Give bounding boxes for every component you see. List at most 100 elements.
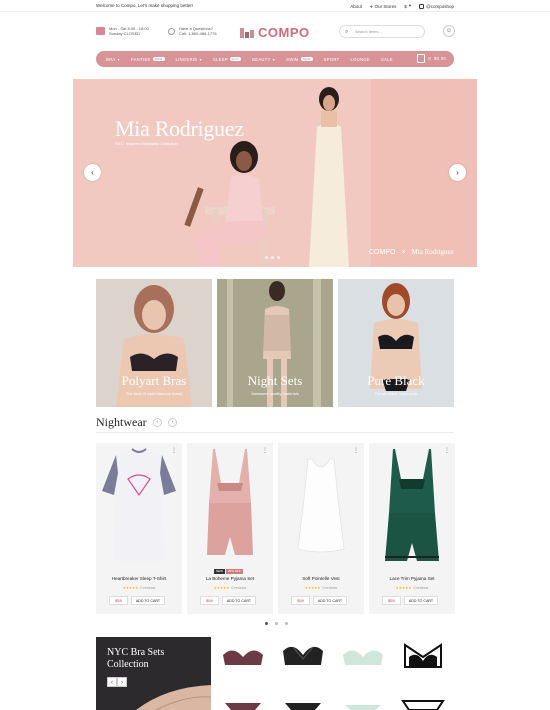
product-name[interactable]: Heartbreaker Sleep T-Shirt — [96, 576, 182, 581]
instagram-link[interactable]: @composhop — [419, 3, 454, 9]
collection-product-grid — [215, 637, 455, 710]
slider-dot[interactable] — [277, 256, 280, 259]
product-card[interactable]: ⋮ Lace Trim Pyjama Set ★★★★★ 0 reviews $5… — [369, 443, 455, 614]
category-subtitle: The best of world famous brand — [125, 391, 183, 396]
collection-banner[interactable]: NYC Bra Sets Collection ‹ › — [96, 637, 211, 710]
category-subtitle: Trendy black underwear — [374, 391, 418, 396]
nav-item-sport[interactable]: SPORT — [324, 57, 340, 62]
nav-item-sleep[interactable]: SLEEP HOT — [213, 57, 242, 62]
logo[interactable]: COMPO — [240, 25, 310, 40]
product-carousel: ⋮ Heartbreaker Sleep T-Shirt ★★★★★ 0 revi… — [96, 443, 455, 614]
product-card[interactable]: ⋮ NEW 20% OFF La Boheme Pyjama Set ★★★★★ 0… — [187, 443, 273, 614]
collection-item[interactable] — [395, 637, 451, 673]
collection-item[interactable] — [275, 677, 331, 710]
category-card-pure-black[interactable]: Pure Black Trendy black underwear — [338, 279, 454, 407]
product-image — [207, 449, 253, 555]
about-link[interactable]: About — [350, 4, 362, 9]
collection-next-button[interactable]: › — [117, 677, 127, 687]
collection-item[interactable] — [275, 637, 331, 673]
user-account-button[interactable]: ☺ — [443, 25, 455, 37]
collection-item[interactable] — [395, 677, 451, 710]
nav-badge: NEW — [300, 57, 313, 61]
carousel-dot[interactable] — [275, 622, 278, 625]
cart-count: 0 — [428, 56, 432, 61]
hero-slider: Mia Rodriguez SS17 Inspired Minimalist C… — [73, 79, 477, 267]
section-divider — [96, 432, 454, 433]
category-title: Polyart Bras — [121, 373, 187, 388]
category-title: Pure Black — [367, 373, 425, 388]
cart-button[interactable]: 0 $0.00 — [417, 54, 446, 63]
product-image — [297, 458, 345, 553]
product-image — [385, 449, 439, 561]
panty-image — [401, 700, 445, 710]
logo-text: COMPO — [258, 25, 310, 40]
collection-item[interactable] — [215, 677, 271, 710]
question-line2: Call: 1-800-486-1776 — [179, 31, 217, 37]
product-name[interactable]: La Boheme Pyjama Set — [187, 576, 273, 581]
nav-item-lingerie[interactable]: LINGERIE ▾ — [176, 57, 202, 62]
add-to-cart-button[interactable]: ADD TO CART — [222, 596, 256, 605]
bra-image — [223, 650, 263, 665]
product-name[interactable]: Lace Trim Pyjama Set — [369, 576, 455, 581]
logo-mark-icon — [240, 27, 254, 38]
chevron-right-icon: › — [121, 680, 123, 686]
nav-item-panties[interactable]: PANTIES NEW — [131, 57, 165, 62]
nav-item-bra[interactable]: BRA ▾ — [106, 57, 120, 62]
search-icon: ⌕ — [345, 29, 349, 35]
product-name[interactable]: Soft Pointelle Vest — [278, 576, 364, 581]
category-card-night-sets[interactable]: Night Sets Awesome quality materials — [217, 279, 333, 407]
new-tag: NEW — [214, 569, 225, 574]
slider-dot[interactable] — [271, 256, 274, 259]
product-rating: ★★★★★ 0 reviews — [122, 586, 156, 590]
product-rating: ★★★★★ 0 reviews — [304, 586, 338, 590]
add-to-cart-button[interactable]: ADD TO CART — [313, 596, 347, 605]
carousel-dot[interactable] — [265, 622, 268, 625]
nav-item-beauty[interactable]: BEAUTY ▾ — [252, 57, 275, 62]
hero-pagination — [265, 256, 280, 259]
carousel-dot[interactable] — [285, 622, 288, 625]
sale-tag: 20% OFF — [226, 569, 243, 574]
product-rating: ★★★★★ 0 reviews — [213, 586, 247, 590]
category-title: Night Sets — [247, 373, 303, 388]
carousel-pagination — [265, 622, 288, 625]
nav-item-swim[interactable]: SWIM NEW — [286, 57, 313, 62]
nav-item-lounge[interactable]: LOUNGE — [351, 57, 370, 62]
chevron-down-icon: ▾ — [199, 56, 202, 62]
collection-item[interactable] — [215, 637, 271, 673]
add-to-cart-button[interactable]: ADD TO CART — [404, 596, 438, 605]
product-image — [102, 448, 176, 561]
add-to-cart-button[interactable]: ADD TO CART — [131, 596, 165, 605]
collection-item[interactable] — [335, 637, 391, 673]
hero-brand-logo: COMPO — [369, 248, 396, 256]
hero-collab-name: Mia Rodriguez — [411, 248, 454, 256]
slider-dot[interactable] — [265, 256, 268, 259]
hero-next-button[interactable]: › — [449, 164, 466, 181]
product-card[interactable]: ⋮ Heartbreaker Sleep T-Shirt ★★★★★ 0 revi… — [96, 443, 182, 614]
product-rating: ★★★★★ 0 reviews — [395, 586, 429, 590]
search-input[interactable]: ⌕ Search items... — [339, 25, 425, 38]
main-navigation: BRA ▾ PANTIES NEW LINGERIE ▾ SLEEP HOT BEAUT… — [96, 51, 454, 67]
product-card[interactable]: ⋮ Soft Pointelle Vest ★★★★★ 0 reviews $59… — [278, 443, 364, 614]
opening-hours: Mon - Sat 8:00 - 18:00 Sunday CLOSED — [96, 26, 149, 36]
nightwear-section-header: Nightwear ‹ › — [96, 415, 177, 430]
hero-subtitle: SS17 Inspired Minimalist Collection — [115, 141, 178, 146]
section-prev-button[interactable]: ‹ — [152, 418, 162, 427]
hero-brand: COMPO × Mia Rodriguez — [369, 248, 454, 256]
welcome-text: Welcome to Compo, Let's make shopping be… — [96, 3, 194, 8]
nav-item-sale[interactable]: SALE — [381, 57, 393, 62]
currency-select[interactable]: $ ▾ — [404, 3, 411, 9]
instagram-icon — [419, 3, 425, 9]
category-banners: Polyart Bras The best of world famous br… — [96, 279, 454, 407]
bra-image — [343, 650, 383, 665]
chevron-down-icon: ▾ — [117, 56, 120, 62]
section-next-button[interactable]: › — [167, 418, 177, 427]
pin-icon: ⌖ — [370, 3, 373, 9]
stores-link[interactable]: ⌖ Our Stores — [370, 4, 396, 9]
collection-prev-button[interactable]: ‹ — [107, 677, 117, 687]
bra-image — [404, 643, 442, 668]
hero-prev-button[interactable]: ‹ — [84, 164, 101, 181]
hours-line2: Sunday CLOSED — [109, 31, 141, 37]
category-card-polyart-bras[interactable]: Polyart Bras The best of world famous br… — [96, 279, 212, 407]
collection-item[interactable] — [335, 677, 391, 710]
chevron-right-icon: › — [171, 419, 173, 425]
